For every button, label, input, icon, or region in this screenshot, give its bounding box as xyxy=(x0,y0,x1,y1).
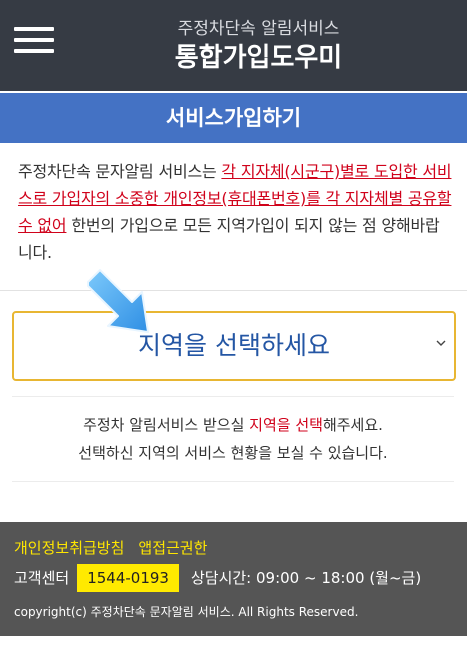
page: 주정차단속 알림서비스 통합가입도우미 서비스가입하기 주정차단속 문자알림 서… xyxy=(0,0,467,646)
business-hours: 상담시간: 09:00 ~ 18:00 (월~금) xyxy=(190,569,422,587)
menu-icon[interactable] xyxy=(14,27,54,53)
info-line-1-before: 주정차 알림서비스 받으실 xyxy=(83,416,250,434)
app-permission-link[interactable]: 앱접근권한 xyxy=(138,539,207,557)
app-header: 주정차단속 알림서비스 통합가입도우미 xyxy=(0,0,467,91)
header-title: 통합가입도우미 xyxy=(174,43,343,73)
section-title: 서비스가입하기 xyxy=(0,93,467,143)
info-line-2: 선택하신 지역의 서비스 현황을 보실 수 있습니다. xyxy=(78,444,388,462)
chevron-down-icon xyxy=(436,340,446,346)
menu-icon-bar xyxy=(14,38,54,42)
privacy-policy-link[interactable]: 개인정보취급방침 xyxy=(14,539,124,557)
notice-text: 주정차단속 문자알림 서비스는 각 지자체(시군구)별로 도입한 서비스로 가입… xyxy=(18,158,452,266)
contact-label: 고객센터 xyxy=(14,569,70,587)
footer-contact: 고객센터 1544-0193 상담시간: 09:00 ~ 18:00 (월~금) xyxy=(14,564,421,592)
info-line-1: 주정차 알림서비스 받으실 지역을 선택해주세요. xyxy=(12,411,454,439)
info-line-1-after: 해주세요. xyxy=(322,416,383,434)
region-select[interactable]: 지역을 선택하세요 xyxy=(12,311,456,381)
notice-text-part2: 한번의 가입으로 모든 지역가입이 되지 않는 점 양해바랍니다. xyxy=(18,216,440,262)
footer: 개인정보취급방침 앱접근권한 고객센터 1544-0193 상담시간: 09:00 ~… xyxy=(0,522,467,636)
header-subtitle: 주정차단속 알림서비스 xyxy=(177,19,340,39)
arrow-pointer-icon xyxy=(87,269,149,333)
info-line-1-highlight: 지역을 선택 xyxy=(249,416,323,434)
footer-links: 개인정보취급방침 앱접근권한 xyxy=(14,538,207,558)
info-box: 주정차 알림서비스 받으실 지역을 선택해주세요. 선택하신 지역의 서비스 현… xyxy=(12,396,454,482)
menu-icon-bar xyxy=(14,27,54,31)
copyright: copyright(c) 주정차단속 문자알림 서비스. All Rights … xyxy=(14,605,359,619)
menu-icon-bar xyxy=(14,49,54,53)
phone-number-button[interactable]: 1544-0193 xyxy=(77,564,179,592)
notice-text-part1: 주정차단속 문자알림 서비스는 xyxy=(18,162,222,181)
divider xyxy=(0,290,467,291)
